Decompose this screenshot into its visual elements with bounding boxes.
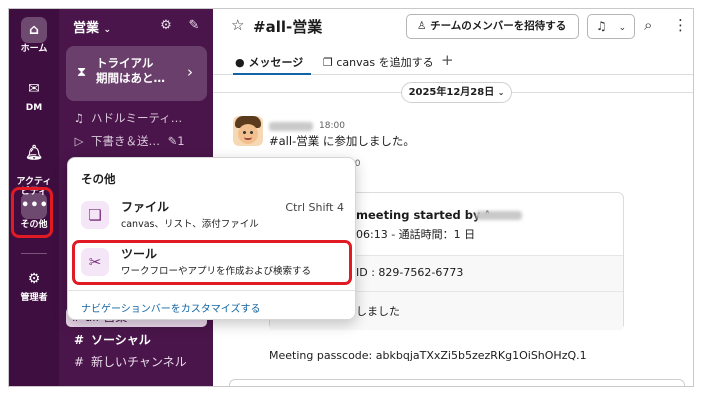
avatar[interactable]	[233, 116, 263, 146]
trial-text: トライアル 期間はあと…	[96, 56, 165, 85]
menu-item-label: ファイル	[121, 200, 170, 214]
tab-add-canvas[interactable]: ❐ canvas を追加する	[323, 54, 434, 70]
star-icon[interactable]: ☆	[231, 16, 244, 34]
more-menu-title: その他	[81, 172, 116, 186]
settings-icon[interactable]: ⚙	[157, 17, 175, 35]
more-vertical-icon[interactable]: ⋮	[673, 16, 688, 34]
rail-dm-label: DM	[25, 103, 43, 113]
chevron-down-icon: ⌄	[618, 23, 627, 33]
menu-divider	[68, 290, 355, 291]
highlight-more	[11, 187, 53, 238]
chevron-right-icon: ›	[187, 63, 193, 81]
keyboard-shortcut: Ctrl Shift 4	[285, 201, 344, 214]
rail-dm[interactable]: ✉ DM	[9, 76, 59, 114]
nav-rail: ⌂ ホーム ✉ DM 🔔︎ アクティ ビティ ••• その他 ⚙ 管理者	[9, 9, 59, 386]
invite-members-button[interactable]: ♙ チームのメンバーを招待する	[406, 14, 579, 39]
dm-icon: ✉	[28, 81, 40, 97]
search-icon[interactable]: ⌕	[644, 16, 652, 34]
sidebar-item-label: 下書き＆送…	[91, 134, 160, 148]
send-icon: ▷	[74, 134, 84, 148]
message-icon: ●	[235, 56, 245, 69]
chevron-down-icon: ⌄	[497, 88, 505, 97]
more-menu: その他 ❏ ファイル canvas、リスト、添付ファイル Ctrl Shift …	[67, 157, 356, 320]
home-icon: ⌂	[21, 17, 47, 43]
redacted-username	[476, 211, 522, 220]
meeting-ended: しました	[356, 305, 400, 318]
file-icon: ❏	[81, 201, 109, 229]
meeting-passcode: Meeting passcode: abkbqjaTXxZi5b5zezRKg1…	[269, 349, 587, 362]
channel-label: 新しいチャンネル	[91, 355, 187, 369]
rail-admin-label: 管理者	[20, 293, 48, 303]
redacted-username	[269, 122, 313, 131]
sidebar-item-drafts[interactable]: ▷ 下書き＆送… ✎1	[71, 133, 185, 149]
tab-messages-label: メッセージ	[248, 56, 304, 69]
channel-tabs: ● メッセージ ❐ canvas を追加する +	[213, 47, 693, 75]
canvas-icon: ❐	[323, 56, 333, 69]
meeting-duration: 06:13 - 通話時間：1 日	[356, 228, 476, 241]
rail-home-label: ホーム	[20, 44, 48, 54]
draft-count: 1	[177, 134, 185, 148]
rail-home[interactable]: ⌂ ホーム	[9, 17, 59, 55]
workspace-name[interactable]: 営業 ⌄	[73, 17, 111, 36]
active-tab-indicator	[233, 73, 311, 75]
trial-banner[interactable]: ⧗ トライアル 期間はあと… ›	[66, 46, 207, 101]
huddle-button[interactable]: ♫ ⌄	[587, 14, 635, 39]
headphones-icon: ♫	[596, 19, 607, 33]
message-timestamp[interactable]: 18:00	[319, 121, 345, 131]
tab-messages[interactable]: ● メッセージ	[235, 54, 303, 70]
channel-title[interactable]: #all-営業	[253, 16, 322, 37]
rail-admin[interactable]: ⚙ 管理者	[9, 266, 59, 304]
tab-canvas-label: canvas を追加する	[336, 56, 434, 69]
sidebar-channel-social[interactable]: # ソーシャル	[71, 331, 151, 348]
sidebar-channel-new[interactable]: # 新しいチャンネル	[71, 353, 187, 370]
menu-item-files[interactable]: ❏ ファイル canvas、リスト、添付ファイル Ctrl Shift 4	[75, 195, 348, 235]
message-composer[interactable]	[229, 379, 685, 386]
gear-icon: ⚙	[27, 271, 41, 287]
add-user-icon: ♙	[417, 20, 427, 32]
message-text: #all-営業 に参加しました。	[269, 134, 415, 148]
compose-icon[interactable]: ✎	[185, 17, 203, 35]
hash-icon: #	[73, 333, 85, 347]
invite-label: チームのメンバーを招待する	[430, 20, 567, 32]
sidebar-item-label: ハドルミーティ…	[91, 111, 183, 125]
channel-label: ソーシャル	[91, 333, 151, 347]
date-label: 2025年12月28日	[408, 87, 495, 98]
pencil-icon: ✎	[167, 134, 178, 148]
bell-icon: 🔔︎	[25, 144, 43, 161]
hash-icon: #	[73, 355, 85, 369]
customize-nav-link[interactable]: ナビゲーションバーをカスタマイズする	[81, 300, 261, 315]
hourglass-icon: ⧗	[77, 65, 87, 80]
highlight-tools	[72, 240, 352, 285]
chevron-down-icon: ⌄	[103, 25, 112, 35]
meeting-id: ID : 829-7562-6773	[356, 266, 464, 279]
menu-item-desc: canvas、リスト、添付ファイル	[121, 219, 259, 230]
app-window: ⌂ ホーム ✉ DM 🔔︎ アクティ ビティ ••• その他 ⚙ 管理者 営業 …	[8, 8, 694, 387]
rail-divider	[21, 253, 47, 254]
add-tab-icon[interactable]: +	[441, 51, 454, 69]
sidebar-item-huddles[interactable]: ♫ ハドルミーティ…	[71, 110, 182, 126]
headphones-icon: ♫	[73, 111, 85, 125]
meeting-title: meeting started by ᴬ	[356, 208, 490, 222]
date-divider[interactable]: 2025年12月28日 ⌄	[401, 82, 512, 103]
